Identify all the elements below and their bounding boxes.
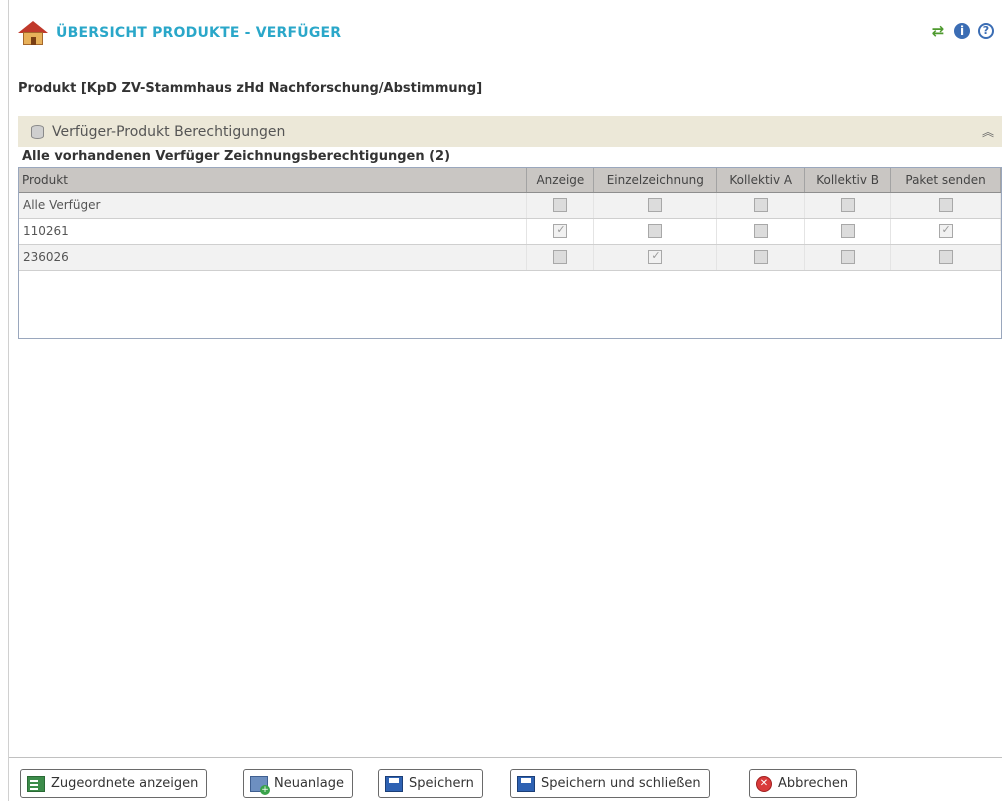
speichern-und-schliessen-button[interactable]: Speichern und schließen <box>510 769 710 798</box>
grid-header-row: Produkt Anzeige Einzelzeichnung Kollekti… <box>19 168 1001 193</box>
checkbox-anzeige[interactable] <box>553 198 568 213</box>
speichern-und-schliessen-label: Speichern und schließen <box>541 776 701 791</box>
permissions-panel: Verfüger-Produkt Berechtigungen ︽ Alle v… <box>18 116 1002 344</box>
refresh-icon[interactable]: ⇄ <box>930 23 946 39</box>
window-title: ÜBERSICHT PRODUKTE - VERFÜGER <box>56 25 342 41</box>
cell-kollektiv-a <box>716 244 806 271</box>
cell-produkt: Alle Verfüger <box>19 192 528 219</box>
cell-paket-senden <box>890 192 1001 219</box>
checkbox-kollektiv-b[interactable] <box>840 224 855 239</box>
column-header-kollektiv-b[interactable]: Kollektiv B <box>804 168 892 193</box>
permissions-grid: Produkt Anzeige Einzelzeichnung Kollekti… <box>18 167 1002 339</box>
new-entry-icon <box>250 775 270 795</box>
cell-paket-senden <box>890 218 1001 245</box>
column-header-anzeige[interactable]: Anzeige <box>526 168 595 193</box>
checkbox-anzeige[interactable] <box>553 250 568 265</box>
column-header-produkt[interactable]: Produkt <box>19 168 528 193</box>
table-row[interactable]: 110261 <box>19 218 1001 245</box>
footer-toolbar: Zugeordnete anzeigen Neuanlage Speichern… <box>9 757 1002 801</box>
zugeordnete-anzeigen-label: Zugeordnete anzeigen <box>51 776 199 791</box>
table-row[interactable]: Alle Verfüger <box>19 192 1001 219</box>
checkbox-paket-senden[interactable] <box>938 250 953 265</box>
cell-kollektiv-b <box>804 244 892 271</box>
cell-anzeige <box>526 192 595 219</box>
database-icon <box>31 124 44 139</box>
window-title-bar: ÜBERSICHT PRODUKTE - VERFÜGER <box>18 20 341 46</box>
checkbox-einzelzeichnung[interactable] <box>648 198 663 213</box>
cell-einzelzeichnung <box>593 244 718 271</box>
list-arrow-icon <box>27 775 45 792</box>
grid-subheading: Alle vorhandenen Verfüger Zeichnungsbere… <box>22 149 451 164</box>
cell-kollektiv-a <box>716 192 806 219</box>
collapse-icon[interactable]: ︽ <box>982 123 994 140</box>
save-icon <box>517 775 535 792</box>
cell-anzeige <box>526 244 595 271</box>
checkbox-kollektiv-a[interactable] <box>753 250 768 265</box>
info-icon[interactable]: i <box>954 23 970 39</box>
house-icon <box>18 21 48 45</box>
window-toolbar: ⇄ i ? <box>930 23 994 39</box>
cell-paket-senden <box>890 244 1001 271</box>
checkbox-paket-senden[interactable] <box>938 198 953 213</box>
cell-produkt: 110261 <box>19 218 528 245</box>
checkbox-kollektiv-a[interactable] <box>753 224 768 239</box>
cancel-icon: ✕ <box>756 775 772 792</box>
checkbox-kollektiv-b[interactable] <box>840 250 855 265</box>
column-header-kollektiv-a[interactable]: Kollektiv A <box>716 168 806 193</box>
help-icon[interactable]: ? <box>978 23 994 39</box>
table-row[interactable]: 236026 <box>19 244 1001 271</box>
column-header-paket-senden[interactable]: Paket senden <box>890 168 1001 193</box>
cell-kollektiv-b <box>804 218 892 245</box>
neuanlage-label: Neuanlage <box>274 776 344 791</box>
checkbox-einzelzeichnung[interactable] <box>648 249 663 265</box>
abbrechen-button[interactable]: ✕ Abbrechen <box>749 769 858 798</box>
column-header-einzelzeichnung[interactable]: Einzelzeichnung <box>593 168 718 193</box>
cell-kollektiv-a <box>716 218 806 245</box>
cell-produkt: 236026 <box>19 244 528 271</box>
cell-kollektiv-b <box>804 192 892 219</box>
product-heading: Produkt [KpD ZV-Stammhaus zHd Nachforsch… <box>18 81 483 96</box>
checkbox-kollektiv-a[interactable] <box>753 198 768 213</box>
checkbox-paket-senden[interactable] <box>938 223 953 239</box>
checkbox-einzelzeichnung[interactable] <box>648 224 663 239</box>
abbrechen-label: Abbrechen <box>778 776 849 791</box>
speichern-label: Speichern <box>409 776 474 791</box>
panel-header[interactable]: Verfüger-Produkt Berechtigungen ︽ <box>18 116 1002 147</box>
panel-title: Verfüger-Produkt Berechtigungen <box>52 123 286 140</box>
speichern-button[interactable]: Speichern <box>378 769 483 798</box>
window-left-border <box>0 0 9 801</box>
cell-anzeige <box>526 218 595 245</box>
cell-einzelzeichnung <box>593 218 718 245</box>
checkbox-kollektiv-b[interactable] <box>840 198 855 213</box>
cell-einzelzeichnung <box>593 192 718 219</box>
zugeordnete-anzeigen-button[interactable]: Zugeordnete anzeigen <box>20 769 208 798</box>
checkbox-anzeige[interactable] <box>553 223 568 239</box>
save-icon <box>385 775 403 792</box>
neuanlage-button[interactable]: Neuanlage <box>243 769 353 798</box>
